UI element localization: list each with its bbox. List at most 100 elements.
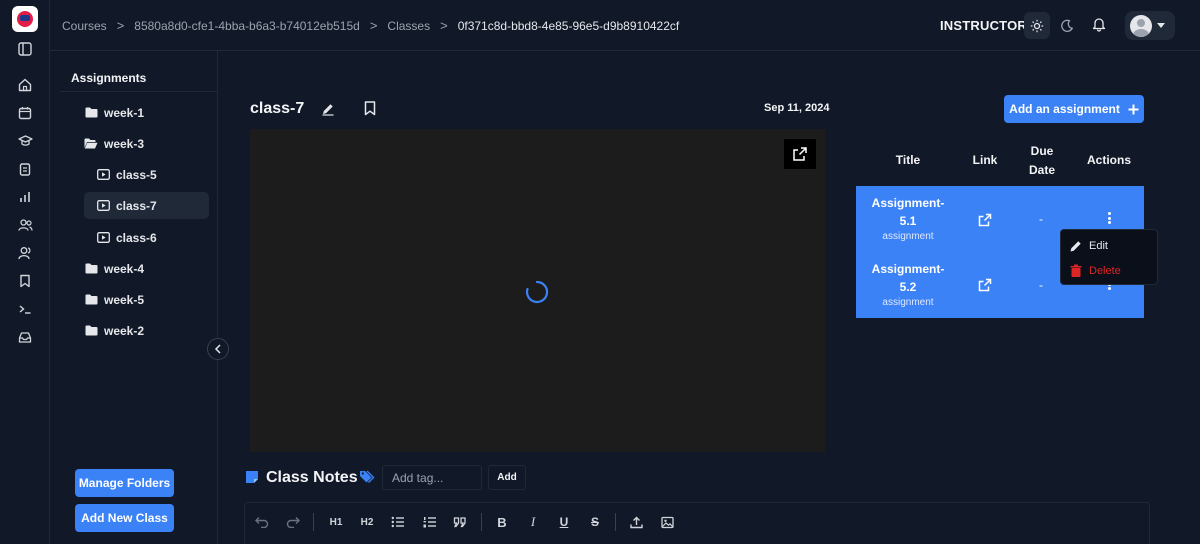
assignment-type: assignment — [882, 297, 934, 308]
role-label: INSTRUCTOR — [940, 18, 1027, 33]
breadcrumb-separator: > — [369, 18, 378, 33]
class-item-class-7[interactable]: class-7 — [84, 192, 209, 219]
bell-icon[interactable] — [1092, 16, 1110, 34]
due-date: - — [1039, 278, 1043, 292]
home-icon[interactable] — [16, 76, 34, 94]
sticky-note-icon — [245, 470, 259, 484]
strikethrough-button[interactable]: S — [586, 514, 604, 530]
trash-icon — [1070, 264, 1082, 277]
video-icon — [96, 199, 110, 213]
external-link-icon[interactable] — [978, 213, 992, 227]
class-label: class-7 — [116, 198, 157, 213]
sidebar-toggle-icon[interactable] — [16, 40, 34, 58]
notes-editor[interactable]: H1 H2 B I U S — [244, 502, 1150, 544]
video-player[interactable] — [250, 129, 825, 452]
delete-label: Delete — [1089, 265, 1121, 277]
class-item-class-5[interactable]: class-5 — [96, 161, 208, 188]
theme-toggle — [1024, 12, 1128, 39]
breadcrumb-courses[interactable]: Courses — [62, 19, 107, 33]
user-group-icon[interactable] — [16, 244, 34, 262]
delete-menu-item[interactable]: Delete — [1069, 261, 1121, 281]
breadcrumb-course-id[interactable]: 8580a8d0-cfe1-4bba-b6a3-b74012eb515d — [134, 19, 360, 33]
edit-menu-item[interactable]: Edit — [1069, 236, 1108, 256]
breadcrumb: Courses > 8580a8d0-cfe1-4bba-b6a3-b74012… — [62, 0, 679, 51]
column-header-due-date: Due Date — [1028, 144, 1055, 177]
folder-icon — [84, 262, 98, 276]
icon-rail — [0, 0, 50, 544]
plus-icon — [1128, 104, 1139, 114]
image-icon[interactable] — [658, 514, 676, 530]
folder-label: week-2 — [104, 323, 145, 338]
add-assignment-button[interactable]: Add an assignment — [1004, 95, 1144, 123]
folder-icon — [84, 293, 98, 307]
heading-1-button[interactable]: H1 — [327, 514, 345, 530]
breadcrumb-class-id: 0f371c8d-bbd8-4e85-96e5-d9b8910422cf — [457, 18, 680, 33]
users-icon[interactable] — [16, 216, 34, 234]
tags-icon — [359, 469, 376, 486]
class-label: class-6 — [116, 230, 157, 245]
pencil-icon[interactable] — [321, 102, 335, 116]
folder-week-4[interactable]: week-4 — [84, 255, 208, 282]
column-header-link: Link — [972, 153, 998, 167]
class-label: class-5 — [116, 167, 157, 182]
toolbar-divider — [615, 513, 616, 531]
external-link-icon[interactable] — [978, 278, 992, 292]
add-new-class-button[interactable]: Add New Class — [75, 504, 174, 532]
italic-button[interactable]: I — [524, 514, 542, 530]
assignment-title: Assignment-5.1 — [871, 196, 945, 228]
app-logo[interactable] — [12, 6, 38, 32]
loading-spinner-icon — [525, 280, 549, 304]
breadcrumb-classes[interactable]: Classes — [387, 19, 430, 33]
folder-week-3[interactable]: week-3 — [84, 130, 208, 157]
class-item-class-6[interactable]: class-6 — [96, 224, 208, 251]
sun-icon[interactable] — [1024, 12, 1050, 39]
folder-week-1[interactable]: week-1 — [84, 99, 208, 126]
upload-icon[interactable] — [627, 514, 645, 530]
toolbar-divider — [313, 513, 314, 531]
folder-label: week-5 — [104, 292, 145, 307]
top-bar: Courses > 8580a8d0-cfe1-4bba-b6a3-b74012… — [50, 0, 1200, 51]
user-menu-button[interactable] — [1125, 11, 1175, 40]
underline-button[interactable]: U — [555, 514, 573, 530]
bar-chart-icon[interactable] — [16, 188, 34, 206]
graduation-cap-icon[interactable] — [16, 132, 34, 150]
class-date: Sep 11, 2024 — [764, 102, 830, 114]
tag-input[interactable] — [382, 465, 482, 490]
moon-icon[interactable] — [1054, 12, 1080, 39]
chevron-left-icon — [214, 344, 221, 354]
add-tag-button[interactable]: Add — [488, 465, 526, 490]
column-header-actions: Actions — [1086, 153, 1131, 167]
terminal-icon[interactable] — [16, 300, 34, 318]
actions-dropdown: Edit Delete — [1060, 229, 1158, 285]
bookmark-icon[interactable] — [364, 101, 378, 116]
class-title: class-7 — [250, 100, 305, 117]
avatar — [1130, 14, 1152, 37]
redo-icon[interactable] — [284, 514, 302, 530]
heading-2-button[interactable]: H2 — [358, 514, 376, 530]
calendar-icon[interactable] — [16, 104, 34, 122]
bookmark-icon[interactable] — [16, 272, 34, 290]
external-link-icon[interactable] — [784, 139, 816, 169]
ordered-list-icon[interactable] — [421, 514, 439, 530]
breadcrumb-separator: > — [440, 18, 448, 33]
inbox-icon[interactable] — [16, 328, 34, 346]
edit-label: Edit — [1089, 240, 1108, 252]
bold-button[interactable]: B — [493, 514, 511, 530]
clipboard-icon[interactable] — [16, 160, 34, 178]
folder-open-icon — [84, 137, 98, 151]
toolbar-divider — [481, 513, 482, 531]
folder-label: week-4 — [104, 261, 145, 276]
table-row: Assignment-5.1 assignment — [868, 194, 948, 244]
more-options-icon[interactable] — [1103, 210, 1115, 226]
assignment-title: Assignment-5.2 — [871, 262, 945, 294]
collapse-panel-button[interactable] — [207, 338, 229, 360]
video-icon — [96, 231, 110, 245]
bullet-list-icon[interactable] — [389, 514, 407, 530]
blockquote-icon[interactable] — [451, 514, 469, 530]
folder-week-2[interactable]: week-2 — [84, 317, 208, 344]
manage-folders-button[interactable]: Manage Folders — [75, 469, 174, 497]
folder-panel-title: Assignments — [71, 71, 147, 85]
folder-week-5[interactable]: week-5 — [84, 286, 208, 313]
undo-icon[interactable] — [253, 514, 271, 530]
pencil-icon — [1070, 241, 1081, 252]
